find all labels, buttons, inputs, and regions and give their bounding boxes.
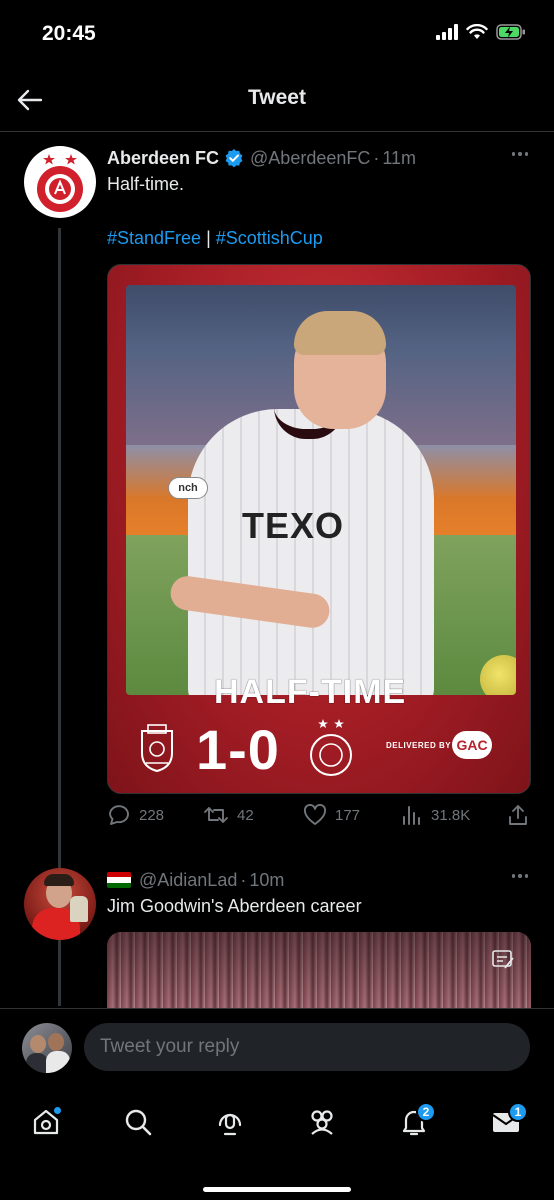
heart-icon bbox=[304, 804, 326, 825]
banner-time: -TIME bbox=[308, 673, 407, 711]
page-title: Tweet bbox=[248, 86, 306, 109]
author-handle[interactable]: @AberdeenFC bbox=[250, 148, 370, 169]
battery-charging-icon bbox=[496, 24, 525, 40]
reply-media-video[interactable] bbox=[107, 932, 531, 1016]
nav-search[interactable] bbox=[114, 1098, 162, 1146]
more-dots-icon bbox=[511, 152, 529, 156]
reply-time: 10m bbox=[249, 869, 285, 890]
cellular-signal-icon bbox=[436, 24, 458, 40]
nav-messages[interactable]: 1 bbox=[482, 1098, 530, 1146]
wifi-icon bbox=[466, 24, 488, 39]
tweet-actions: 228 42 177 31.8K bbox=[107, 804, 531, 834]
reply-icon bbox=[109, 805, 129, 825]
tweet-text: Half-time. bbox=[107, 174, 185, 194]
home-indicator bbox=[203, 1187, 351, 1192]
hashtag-separator: | bbox=[201, 228, 216, 248]
retweet-count: 42 bbox=[237, 806, 254, 824]
like-button[interactable]: 177 bbox=[303, 804, 360, 826]
aberdeen-crest-small-icon bbox=[310, 719, 352, 776]
nav-notifications[interactable]: 2 bbox=[390, 1098, 438, 1146]
reply-text: Jim Goodwin's Aberdeen career bbox=[107, 896, 362, 916]
aidianlad-avatar[interactable] bbox=[24, 868, 96, 940]
shirt-patch: nch bbox=[168, 477, 208, 499]
share-icon bbox=[509, 805, 527, 825]
match-score: 1-0 bbox=[196, 718, 280, 781]
tweet-time: 11m bbox=[382, 147, 417, 168]
messages-badge: 1 bbox=[508, 1102, 528, 1122]
more-options-button[interactable] bbox=[508, 144, 532, 164]
reply-input[interactable] bbox=[84, 1023, 530, 1071]
sponsor-logo: GAC bbox=[452, 731, 492, 759]
nav-home[interactable] bbox=[22, 1098, 70, 1146]
score-row: 1-0 DELIVERED BY GAC bbox=[108, 717, 530, 789]
player-photo: nch TEXO bbox=[126, 285, 516, 695]
tajikistan-flag-icon bbox=[107, 872, 131, 888]
like-count: 177 bbox=[335, 806, 361, 824]
reply-header: @AidianLad · 10m bbox=[107, 868, 284, 892]
half-time-banner: HALF-TIME bbox=[214, 673, 406, 712]
home-team-crest-icon bbox=[141, 724, 173, 773]
communities-icon bbox=[311, 1110, 333, 1135]
search-icon bbox=[125, 1109, 152, 1136]
banner-half: HALF bbox=[214, 673, 309, 711]
shirt-sponsor-text: TEXO bbox=[242, 505, 345, 546]
reply-handle[interactable]: @AidianLad bbox=[139, 870, 237, 891]
hashtag-standfree[interactable]: #StandFree bbox=[107, 228, 201, 248]
reply-tweet[interactable]: @AidianLad · 10m Jim Goodwin's Aberdeen … bbox=[0, 862, 554, 1016]
views-icon bbox=[403, 806, 420, 825]
retweet-button[interactable]: 42 bbox=[203, 804, 254, 826]
media-settings-icon bbox=[492, 950, 514, 969]
retweet-icon bbox=[204, 807, 228, 823]
tweet-header: Aberdeen FC @AberdeenFC · 11m bbox=[107, 146, 534, 170]
author-name[interactable]: Aberdeen FC bbox=[107, 148, 219, 169]
hashtag-scottishcup[interactable]: #ScottishCup bbox=[216, 228, 323, 248]
reply-button[interactable]: 228 bbox=[107, 804, 164, 826]
nav-communities[interactable] bbox=[298, 1098, 346, 1146]
reply-composer bbox=[0, 1008, 554, 1088]
reply-more-options-button[interactable] bbox=[508, 866, 532, 886]
bottom-navigation: 2 1 bbox=[0, 1088, 554, 1200]
delivered-by-label: DELIVERED BY bbox=[386, 741, 452, 750]
top-header: Tweet bbox=[0, 70, 554, 132]
share-button[interactable] bbox=[507, 804, 529, 826]
more-dots-icon bbox=[511, 874, 529, 878]
home-unread-dot bbox=[53, 1106, 62, 1115]
reply-separator-dot: · bbox=[240, 869, 247, 890]
nav-spaces[interactable] bbox=[206, 1098, 254, 1146]
notifications-badge: 2 bbox=[416, 1102, 436, 1122]
status-time: 20:45 bbox=[42, 22, 96, 45]
status-bar: 20:45 bbox=[0, 0, 554, 70]
spaces-icon bbox=[218, 1113, 242, 1136]
views-button[interactable]: 31.8K bbox=[401, 804, 470, 826]
aberdeen-crest-icon bbox=[37, 154, 83, 212]
player-shirt bbox=[188, 409, 434, 695]
user-avatar[interactable] bbox=[22, 1023, 72, 1073]
aberdeen-fc-avatar[interactable] bbox=[24, 146, 96, 218]
views-count: 31.8K bbox=[431, 806, 471, 824]
status-icons bbox=[436, 24, 526, 40]
verified-badge-icon bbox=[224, 148, 244, 168]
tweet-media-image[interactable]: nch TEXO HALF-TIME 1-0 DELIVERED BY GAC bbox=[107, 264, 531, 794]
tweet-hashtags: #StandFree | #ScottishCup bbox=[107, 228, 323, 249]
reply-count: 228 bbox=[139, 806, 165, 824]
separator-dot: · bbox=[373, 147, 380, 168]
